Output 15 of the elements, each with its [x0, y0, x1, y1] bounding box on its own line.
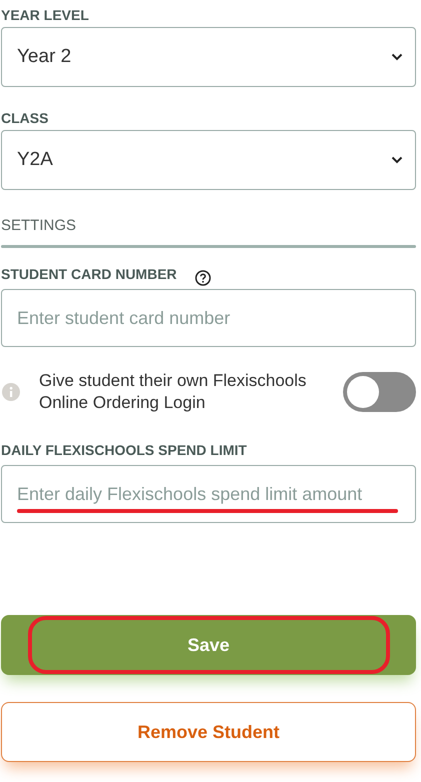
select-field[interactable]: Year 2 [1, 27, 416, 87]
select-field[interactable]: Y2A [1, 130, 416, 190]
chevron-down-icon [391, 156, 403, 164]
help-icon[interactable] [194, 270, 211, 286]
toggle-label: Give student their own Flexischools Online Ordering Login [39, 370, 308, 414]
input-field[interactable]: Enter daily Flexischools spend limit amount [1, 465, 416, 523]
field-label: YEAR LEVEL [1, 6, 90, 24]
remove-button[interactable]: Remove Student [1, 702, 416, 762]
toggle-switch[interactable] [343, 372, 416, 412]
field-label: DAILY FLEXISCHOOLS SPEND LIMIT [1, 441, 248, 459]
section-heading: SETTINGS [1, 216, 78, 236]
input-field[interactable]: Enter student card number [1, 289, 416, 347]
field-label: STUDENT CARD NUMBER [1, 264, 177, 284]
field-label: CLASS [1, 109, 50, 127]
chevron-down-icon [391, 53, 403, 61]
